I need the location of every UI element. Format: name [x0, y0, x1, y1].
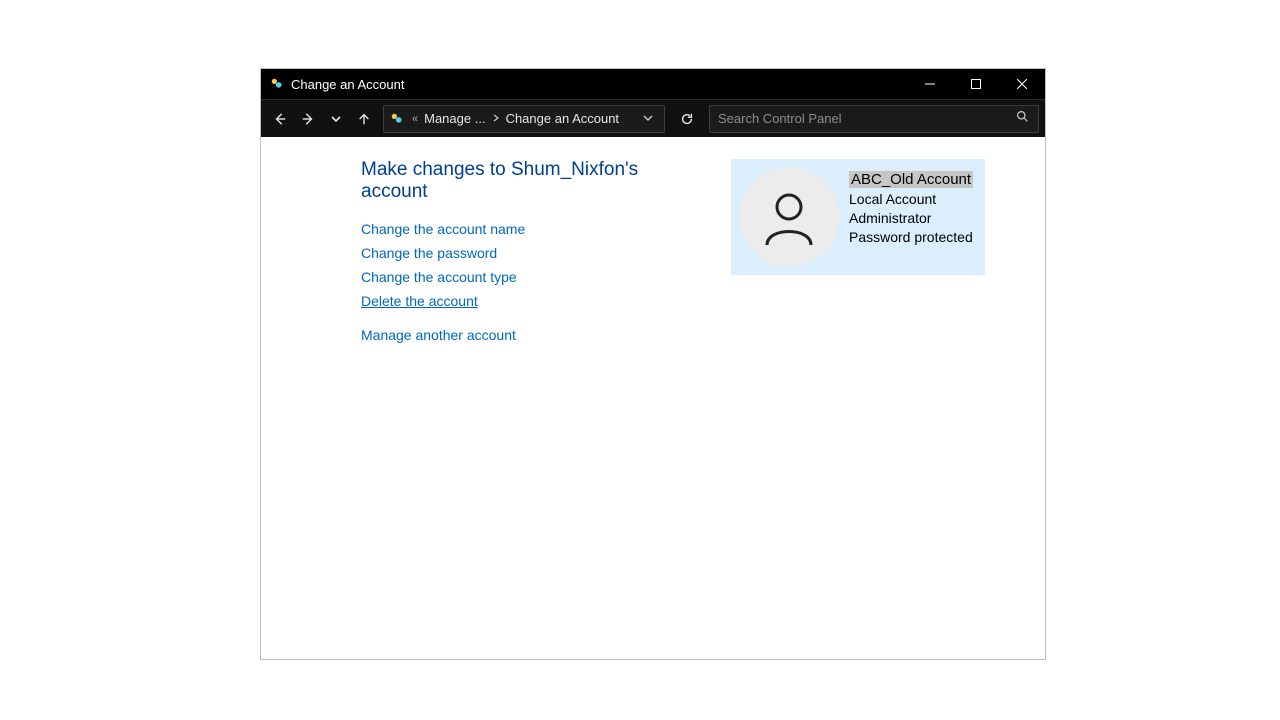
forward-button[interactable] [295, 106, 321, 132]
address-bar[interactable]: « Manage ... Change an Account [383, 105, 665, 133]
search-icon[interactable] [1014, 110, 1030, 128]
minimize-button[interactable] [907, 69, 953, 99]
address-icon [388, 110, 406, 128]
link-change-account-name[interactable]: Change the account name [361, 221, 691, 237]
titlebar: Change an Account [261, 69, 1045, 99]
content-area: Make changes to Shum_Nixfon's account Ch… [261, 137, 1045, 659]
link-change-account-type[interactable]: Change the account type [361, 269, 691, 285]
link-change-password[interactable]: Change the password [361, 245, 691, 261]
account-name: ABC_Old Account [849, 171, 973, 188]
navbar: « Manage ... Change an Account [261, 99, 1045, 137]
back-button[interactable] [267, 106, 293, 132]
up-button[interactable] [351, 106, 377, 132]
maximize-button[interactable] [953, 69, 999, 99]
page-title: Make changes to Shum_Nixfon's account [361, 159, 691, 203]
close-button[interactable] [999, 69, 1045, 99]
address-history-button[interactable] [636, 111, 660, 126]
account-card: ABC_Old Account Local Account Administra… [731, 159, 985, 275]
account-role: Administrator [849, 209, 973, 228]
link-manage-another-account[interactable]: Manage another account [361, 327, 691, 343]
breadcrumb-item-manage[interactable]: Manage ... [424, 111, 485, 126]
avatar [739, 167, 839, 267]
user-icon [757, 185, 821, 249]
account-protection: Password protected [849, 228, 973, 247]
refresh-button[interactable] [673, 105, 701, 133]
window-title: Change an Account [291, 77, 404, 92]
app-icon [269, 76, 285, 92]
recent-locations-button[interactable] [323, 106, 349, 132]
account-type: Local Account [849, 190, 973, 209]
link-delete-account[interactable]: Delete the account [361, 293, 691, 309]
breadcrumb-item-change[interactable]: Change an Account [506, 111, 619, 126]
control-panel-window: Change an Account [260, 68, 1046, 660]
search-box[interactable] [709, 105, 1039, 133]
breadcrumb-prefix: « [410, 113, 420, 125]
breadcrumb-separator-icon [490, 113, 502, 125]
search-input[interactable] [718, 111, 1014, 126]
